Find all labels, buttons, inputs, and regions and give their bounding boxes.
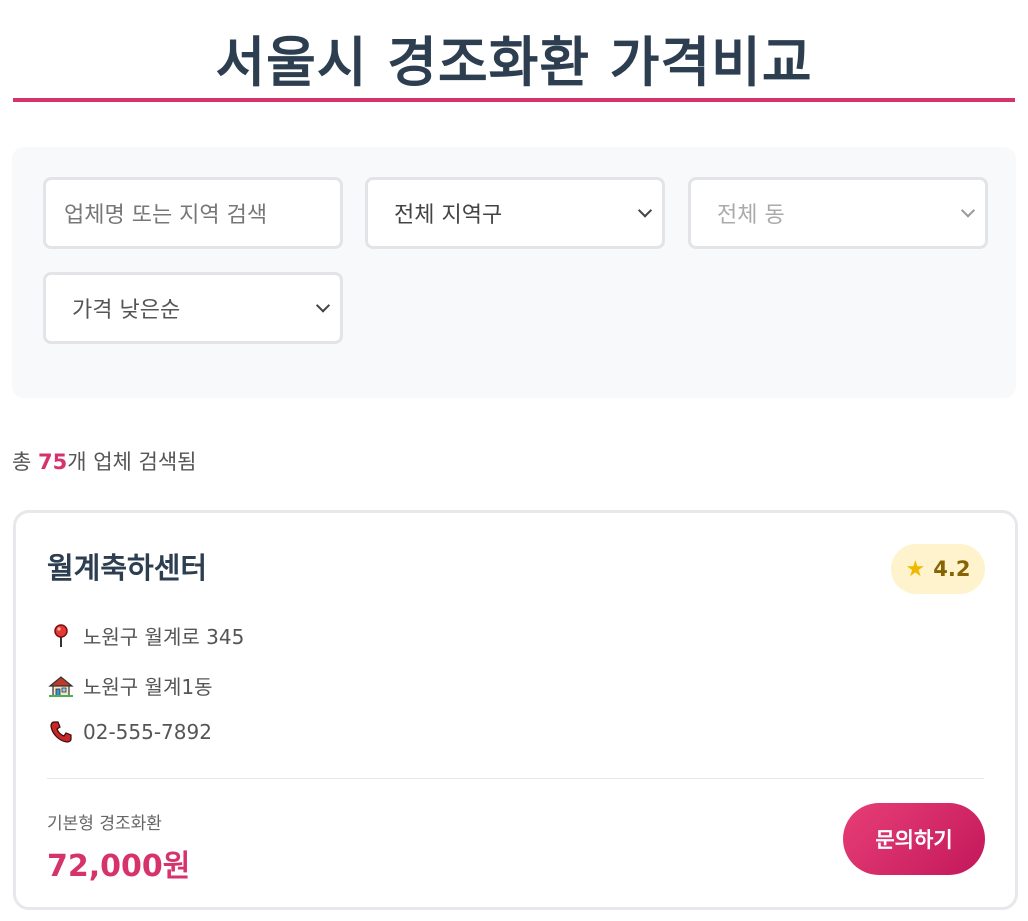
district-select[interactable]: 전체 지역구 (365, 177, 665, 249)
dong-select-value: 전체 동 (717, 203, 785, 228)
dong-row: 노원구 월계1동 (47, 671, 212, 700)
rating-badge: ★ 4.2 (891, 544, 985, 594)
shop-card: 월계축하센터 ★ 4.2 노원구 월계로 345 노원구 월계1동 02-555… (13, 510, 1018, 910)
phone-text[interactable]: 02-555-7892 (83, 720, 212, 744)
star-icon: ★ (905, 556, 926, 582)
shop-name: 월계축하센터 (47, 551, 208, 585)
service-label: 기본형 경조화환 (47, 814, 162, 834)
address-row: 노원구 월계로 345 (47, 621, 244, 650)
page-title: 서울시 경조화환 가격비교 (215, 31, 813, 94)
title-underline (13, 98, 1015, 102)
filter-panel: 업체명 또는 지역 검색 전체 지역구 전체 동 가격 낮은순 (12, 147, 1016, 398)
card-divider (47, 778, 984, 779)
district-select-value: 전체 지역구 (394, 203, 503, 228)
sort-select-value: 가격 낮은순 (72, 298, 181, 323)
search-placeholder: 업체명 또는 지역 검색 (64, 203, 268, 228)
inquire-button[interactable]: 문의하기 (843, 803, 985, 875)
address-text: 노원구 월계로 345 (83, 625, 245, 649)
chevron-down-icon (960, 203, 976, 218)
result-count-number: 75 (38, 450, 68, 474)
page: 서울시 경조화환 가격비교 업체명 또는 지역 검색 전체 지역구 전체 동 가… (0, 0, 1028, 921)
result-count-prefix: 총 (12, 450, 38, 474)
chevron-down-icon (637, 203, 653, 218)
search-input[interactable]: 업체명 또는 지역 검색 (43, 177, 343, 249)
rating-value: 4.2 (933, 557, 971, 581)
result-count-suffix: 개 업체 검색됨 (67, 450, 197, 474)
round-pushpin-icon (47, 622, 75, 650)
house-icon (47, 672, 75, 700)
price: 72,000원 (47, 849, 191, 884)
sort-select[interactable]: 가격 낮은순 (43, 272, 343, 344)
dong-select[interactable]: 전체 동 (688, 177, 988, 249)
dong-text: 노원구 월계1동 (83, 675, 213, 699)
result-count: 총 75개 업체 검색됨 (12, 446, 1016, 496)
chevron-down-icon (315, 298, 331, 313)
phone-row: 02-555-7892 (47, 718, 212, 746)
telephone-receiver-icon (47, 718, 75, 746)
